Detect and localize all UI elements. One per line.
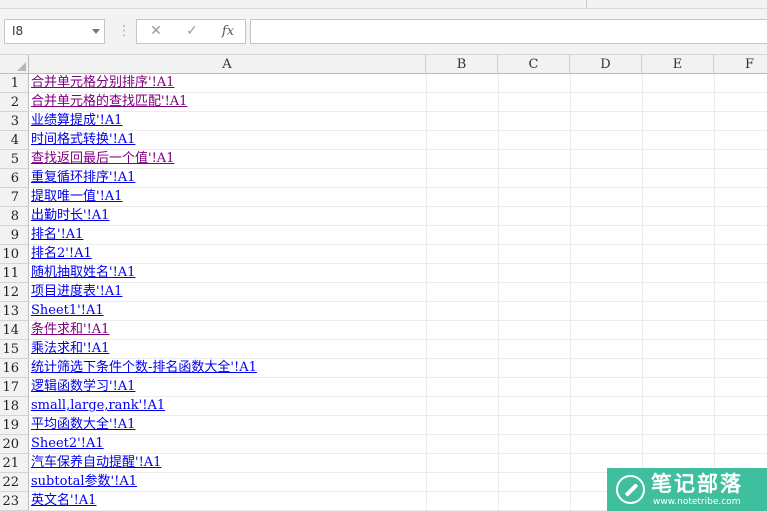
row-header[interactable]: 14 <box>0 321 29 340</box>
row-header[interactable]: 8 <box>0 207 29 226</box>
sheet-hyperlink[interactable]: 重复循环排序'!A1 <box>31 170 135 185</box>
enter-icon[interactable]: ✓ <box>177 20 207 43</box>
select-all-icon <box>17 62 26 71</box>
row-header[interactable]: 12 <box>0 283 29 302</box>
pen-icon <box>616 475 645 504</box>
sheet-hyperlink[interactable]: 逻辑函数学习'!A1 <box>31 379 135 394</box>
table-row: 平均函数大全'!A1 <box>29 416 767 435</box>
sheet-hyperlink[interactable]: 汽车保养自动提醒'!A1 <box>31 455 161 470</box>
row-header[interactable]: 1 <box>0 74 29 93</box>
row-header[interactable]: 16 <box>0 359 29 378</box>
row-header[interactable]: 11 <box>0 264 29 283</box>
table-row: 业绩算提成'!A1 <box>29 112 767 131</box>
ribbon-strip <box>0 0 767 9</box>
table-row: 重复循环排序'!A1 <box>29 169 767 188</box>
formula-buttons: ✕ ✓ fx <box>136 19 246 44</box>
sheet-hyperlink[interactable]: 排名'!A1 <box>31 227 83 242</box>
sheet-hyperlink[interactable]: 排名2'!A1 <box>31 246 92 261</box>
table-row: 逻辑函数学习'!A1 <box>29 378 767 397</box>
table-row: 条件求和'!A1 <box>29 321 767 340</box>
row-header[interactable]: 10 <box>0 245 29 264</box>
column-header-e[interactable]: E <box>642 55 714 74</box>
spreadsheet-grid: A B C D E F 1 合并单元格分别排序'!A1 2 合并单元格的查找匹配'!A1 3 业绩算提… <box>0 55 767 511</box>
formula-input[interactable] <box>250 19 767 44</box>
name-box[interactable]: I8 <box>4 19 105 44</box>
chevron-down-icon[interactable] <box>92 29 100 34</box>
row-header[interactable]: 13 <box>0 302 29 321</box>
insert-function-icon[interactable]: fx <box>213 20 243 43</box>
column-header-c[interactable]: C <box>498 55 570 74</box>
table-row: 出勤时长'!A1 <box>29 207 767 226</box>
sheet-hyperlink[interactable]: Sheet2'!A1 <box>31 436 104 451</box>
row-header[interactable]: 7 <box>0 188 29 207</box>
column-header-b[interactable]: B <box>426 55 498 74</box>
formula-bar: I8 ⋮ ✕ ✓ fx <box>0 9 767 55</box>
row-header[interactable]: 23 <box>0 492 29 511</box>
row-header[interactable]: 18 <box>0 397 29 416</box>
sheet-hyperlink[interactable]: 合并单元格的查找匹配'!A1 <box>31 94 187 109</box>
table-row: Sheet1'!A1 <box>29 302 767 321</box>
sheet-hyperlink[interactable]: 提取唯一值'!A1 <box>31 189 122 204</box>
sheet-hyperlink[interactable]: 条件求和'!A1 <box>31 322 109 337</box>
sheet-hyperlink[interactable]: subtotal参数'!A1 <box>31 474 137 489</box>
select-all-corner[interactable] <box>0 55 29 74</box>
table-row: small,large,rank'!A1 <box>29 397 767 416</box>
column-header-d[interactable]: D <box>570 55 642 74</box>
table-row: 合并单元格的查找匹配'!A1 <box>29 93 767 112</box>
row-header[interactable]: 17 <box>0 378 29 397</box>
ribbon-divider <box>586 0 587 8</box>
table-row: 随机抽取姓名'!A1 <box>29 264 767 283</box>
table-row: 提取唯一值'!A1 <box>29 188 767 207</box>
sheet-hyperlink[interactable]: 出勤时长'!A1 <box>31 208 109 223</box>
sheet-hyperlink[interactable]: 合并单元格分别排序'!A1 <box>31 75 174 90</box>
sheet-hyperlink[interactable]: 乘法求和'!A1 <box>31 341 109 356</box>
table-row: 查找返回最后一个值'!A1 <box>29 150 767 169</box>
sheet-hyperlink[interactable]: 统计筛选下条件个数-排名函数大全'!A1 <box>31 360 257 375</box>
table-row: 统计筛选下条件个数-排名函数大全'!A1 <box>29 359 767 378</box>
table-row: 合并单元格分别排序'!A1 <box>29 74 767 93</box>
drag-handle-icon[interactable]: ⋮ <box>117 23 131 39</box>
row-header[interactable]: 4 <box>0 131 29 150</box>
row-header[interactable]: 20 <box>0 435 29 454</box>
watermark-badge: 笔记部落 www.notetribe.com <box>607 468 767 511</box>
sheet-hyperlink[interactable]: 项目进度表'!A1 <box>31 284 122 299</box>
row-header[interactable]: 9 <box>0 226 29 245</box>
sheet-hyperlink[interactable]: small,large,rank'!A1 <box>31 398 165 413</box>
sheet-hyperlink[interactable]: 查找返回最后一个值'!A1 <box>31 151 174 166</box>
name-box-value: I8 <box>12 24 24 38</box>
sheet-hyperlink[interactable]: 英文名'!A1 <box>31 493 96 508</box>
table-row: 乘法求和'!A1 <box>29 340 767 359</box>
watermark-url: www.notetribe.com <box>653 497 741 507</box>
row-header[interactable]: 2 <box>0 93 29 112</box>
row-header[interactable]: 5 <box>0 150 29 169</box>
sheet-hyperlink[interactable]: Sheet1'!A1 <box>31 303 104 318</box>
row-header[interactable]: 3 <box>0 112 29 131</box>
row-header[interactable]: 15 <box>0 340 29 359</box>
row-header[interactable]: 19 <box>0 416 29 435</box>
watermark-title: 笔记部落 <box>651 472 743 496</box>
table-row: Sheet2'!A1 <box>29 435 767 454</box>
row-header[interactable]: 21 <box>0 454 29 473</box>
sheet-hyperlink[interactable]: 随机抽取姓名'!A1 <box>31 265 135 280</box>
table-row: 时间格式转换'!A1 <box>29 131 767 150</box>
sheet-hyperlink[interactable]: 平均函数大全'!A1 <box>31 417 135 432</box>
column-header-a[interactable]: A <box>29 55 426 74</box>
table-row: 排名'!A1 <box>29 226 767 245</box>
cancel-icon[interactable]: ✕ <box>141 20 171 43</box>
sheet-hyperlink[interactable]: 业绩算提成'!A1 <box>31 113 122 128</box>
column-header-f[interactable]: F <box>714 55 767 74</box>
sheet-hyperlink[interactable]: 时间格式转换'!A1 <box>31 132 135 147</box>
row-header[interactable]: 22 <box>0 473 29 492</box>
table-row: 排名2'!A1 <box>29 245 767 264</box>
table-row: 项目进度表'!A1 <box>29 283 767 302</box>
row-header[interactable]: 6 <box>0 169 29 188</box>
